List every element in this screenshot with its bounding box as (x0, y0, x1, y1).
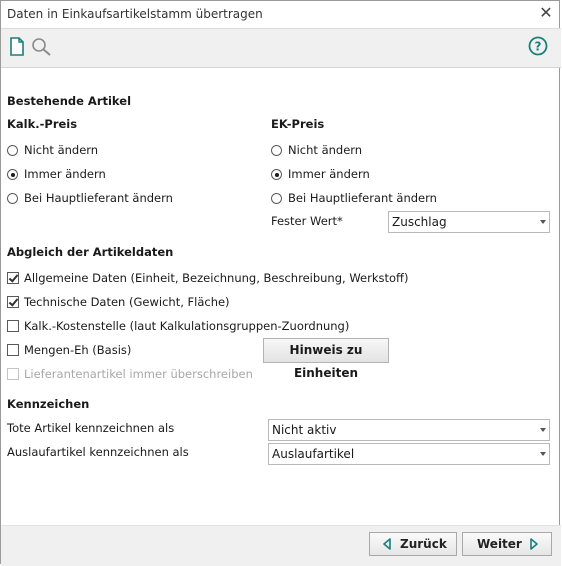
close-icon[interactable]: ✕ (537, 4, 555, 22)
ek-preis-heading: EK-Preis (271, 117, 325, 131)
help-icon[interactable]: ? (528, 36, 548, 56)
radio-label: Bei Hauptlieferant ändern (24, 191, 173, 205)
radio-label: Immer ändern (24, 167, 106, 181)
footer-bar: Zurück Weiter (1, 525, 561, 566)
search-icon[interactable] (31, 37, 53, 57)
hinweis-einheiten-button[interactable]: Hinweis zu Einheiten (263, 338, 389, 380)
chevron-down-icon (540, 428, 546, 432)
checkbox-kalk-kostenstelle[interactable]: Kalk.-Kostenstelle (laut Kalkulationsgru… (7, 319, 350, 335)
checkbox[interactable] (7, 296, 19, 308)
tote-artikel-select[interactable]: Nicht aktiv (268, 419, 550, 441)
svg-text:?: ? (535, 40, 542, 54)
window-title: Daten in Einkaufsartikelstamm übertragen (7, 7, 263, 21)
section-heading-kennzeichen: Kennzeichen (7, 397, 90, 411)
section-heading-abgleich: Abgleich der Artikeldaten (7, 245, 174, 259)
radio-button[interactable] (7, 145, 18, 156)
back-button-label: Zurück (400, 537, 447, 551)
checkbox-label: Kalk.-Kostenstelle (laut Kalkulationsgru… (24, 319, 350, 333)
checkbox[interactable] (7, 320, 19, 332)
checkbox[interactable] (7, 344, 19, 356)
radio-label: Nicht ändern (24, 143, 99, 157)
radio-button[interactable] (7, 169, 18, 180)
back-button[interactable]: Zurück (369, 532, 457, 556)
kalk-radio-hauptlieferant[interactable]: Bei Hauptlieferant ändern (7, 191, 207, 207)
chevron-left-icon (382, 538, 392, 553)
chevron-right-icon (529, 538, 539, 553)
select-value: Nicht aktiv (272, 423, 337, 437)
checkbox-label: Allgemeine Daten (Einheit, Bezeichnung, … (24, 271, 409, 285)
new-document-icon[interactable] (9, 37, 25, 56)
checkbox-mengen-eh[interactable]: Mengen-Eh (Basis) (7, 343, 207, 359)
radio-button[interactable] (7, 193, 18, 204)
select-value: Auslaufartikel (272, 447, 355, 461)
radio-button[interactable] (271, 169, 282, 180)
radio-label: Immer ändern (288, 167, 370, 181)
radio-button[interactable] (271, 193, 282, 204)
checkbox[interactable] (7, 272, 19, 284)
checkbox (7, 368, 19, 380)
checkbox-label: Technische Daten (Gewicht, Fläche) (24, 295, 230, 309)
next-button[interactable]: Weiter (462, 532, 552, 556)
radio-label: Bei Hauptlieferant ändern (288, 191, 437, 205)
auslaufartikel-label: Auslaufartikel kennzeichnen als (7, 445, 189, 459)
checkbox-lieferantenartikel: Lieferantenartikel immer überschreiben (7, 367, 307, 383)
kalk-preis-heading: Kalk.-Preis (7, 117, 78, 131)
chevron-down-icon (540, 452, 546, 456)
auslaufartikel-select[interactable]: Auslaufartikel (268, 443, 550, 465)
title-bar: Daten in Einkaufsartikelstamm übertragen… (1, 1, 561, 28)
checkbox-technische-daten[interactable]: Technische Daten (Gewicht, Fläche) (7, 295, 307, 311)
section-heading-bestehende: Bestehende Artikel (7, 94, 132, 108)
kalk-radio-nicht[interactable]: Nicht ändern (7, 143, 207, 159)
ek-radio-nicht[interactable]: Nicht ändern (271, 143, 471, 159)
checkbox-label: Mengen-Eh (Basis) (24, 343, 132, 357)
ek-radio-immer[interactable]: Immer ändern (271, 167, 471, 183)
toolbar: ? (1, 28, 561, 68)
radio-label: Nicht ändern (288, 143, 363, 157)
checkbox-label: Lieferantenartikel immer überschreiben (24, 367, 253, 381)
fester-wert-label: Fester Wert* (271, 214, 343, 228)
kalk-radio-immer[interactable]: Immer ändern (7, 167, 207, 183)
chevron-down-icon (540, 220, 546, 224)
dialog-window: Daten in Einkaufsartikelstamm übertragen… (0, 0, 561, 566)
radio-button[interactable] (271, 145, 282, 156)
next-button-label: Weiter (477, 537, 522, 551)
select-value: Zuschlag (392, 215, 447, 229)
ek-radio-hauptlieferant[interactable]: Bei Hauptlieferant ändern (271, 191, 471, 207)
fester-wert-select[interactable]: Zuschlag (388, 211, 550, 233)
checkbox-allgemeine-daten[interactable]: Allgemeine Daten (Einheit, Bezeichnung, … (7, 271, 408, 287)
tote-artikel-label: Tote Artikel kennzeichnen als (7, 421, 175, 435)
